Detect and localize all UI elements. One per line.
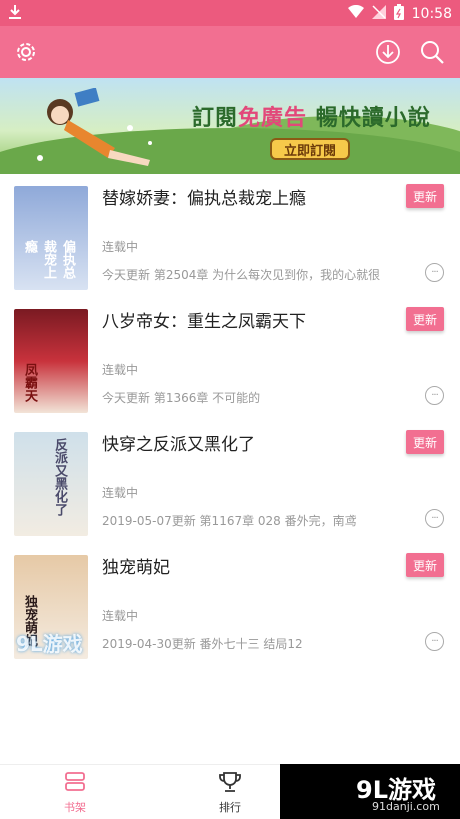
more-options-icon[interactable]: ··· <box>425 263 444 282</box>
update-button[interactable]: 更新 <box>406 430 444 454</box>
latest-chapter: 2019-04-30更新 番外七十三 结局12 <box>102 637 303 651</box>
battery-icon <box>393 4 404 24</box>
book-status: 连载中 <box>102 240 139 254</box>
book-item[interactable]: 反派又黑化了 快穿之反派又黑化了 更新 连载中 2019-05-07更新 第11… <box>0 422 460 544</box>
latest-chapter: 2019-05-07更新 第1167章 028 番外完，南鸢 <box>102 514 357 528</box>
book-cover[interactable]: 凤霸天 <box>14 309 88 413</box>
book-title[interactable]: 独宠萌妃 <box>102 553 170 578</box>
status-bar: 10:58 <box>0 0 460 26</box>
tab-label: 排行 <box>219 800 241 814</box>
book-item[interactable]: 凤霸天 八岁帝女：重生之凤霸天下 更新 连载中 今天更新 第1366章 不可能的… <box>0 299 460 421</box>
tab-label: 书架 <box>64 800 86 814</box>
more-options-icon[interactable]: ··· <box>425 386 444 405</box>
latest-chapter: 今天更新 第1366章 不可能的 <box>102 391 261 405</box>
wifi-icon <box>347 4 364 23</box>
book-status: 连载中 <box>102 363 139 377</box>
book-cover[interactable]: 偏执总裁宠上瘾 <box>14 186 88 290</box>
tab-bookshelf[interactable]: 书架 <box>0 765 150 819</box>
book-status: 连载中 <box>102 609 139 623</box>
book-title[interactable]: 八岁帝女：重生之凤霸天下 <box>102 307 306 332</box>
settings-gear-icon[interactable] <box>12 38 40 66</box>
site-watermark: 9L游戏 91danji.com <box>280 764 460 819</box>
download-icon <box>8 4 22 24</box>
cover-watermark: 9L游戏 <box>16 632 83 656</box>
watermark-url: 91danji.com <box>372 800 440 813</box>
download-circle-icon[interactable] <box>374 38 402 66</box>
book-cover[interactable]: 反派又黑化了 <box>14 432 88 536</box>
update-button[interactable]: 更新 <box>406 307 444 331</box>
app-bar <box>0 26 460 78</box>
bookshelf-icon <box>63 771 87 797</box>
latest-chapter: 今天更新 第2504章 为什么每次见到你，我的心就很 <box>102 268 381 282</box>
clock: 10:58 <box>411 6 452 22</box>
more-options-icon[interactable]: ··· <box>425 509 444 528</box>
reading-girl-illustration <box>20 87 170 174</box>
book-title[interactable]: 快穿之反派又黑化了 <box>102 430 255 455</box>
trophy-icon <box>218 771 242 797</box>
book-status: 连载中 <box>102 486 139 500</box>
banner-headline: 訂閱免廣告 暢快讀小說 <box>192 106 431 131</box>
subscribe-banner[interactable]: 訂閱免廣告 暢快讀小說 立即訂閱 <box>0 78 460 174</box>
update-button[interactable]: 更新 <box>406 184 444 208</box>
subscribe-now-button[interactable]: 立即訂閱 <box>270 138 350 160</box>
book-title[interactable]: 替嫁娇妻：偏执总裁宠上瘾 <box>102 184 306 209</box>
more-options-icon[interactable]: ··· <box>425 632 444 651</box>
search-icon[interactable] <box>418 38 446 66</box>
signal-icon <box>371 5 386 23</box>
book-item[interactable]: 偏执总裁宠上瘾 替嫁娇妻：偏执总裁宠上瘾 更新 连载中 今天更新 第2504章 … <box>0 176 460 298</box>
update-button[interactable]: 更新 <box>406 553 444 577</box>
